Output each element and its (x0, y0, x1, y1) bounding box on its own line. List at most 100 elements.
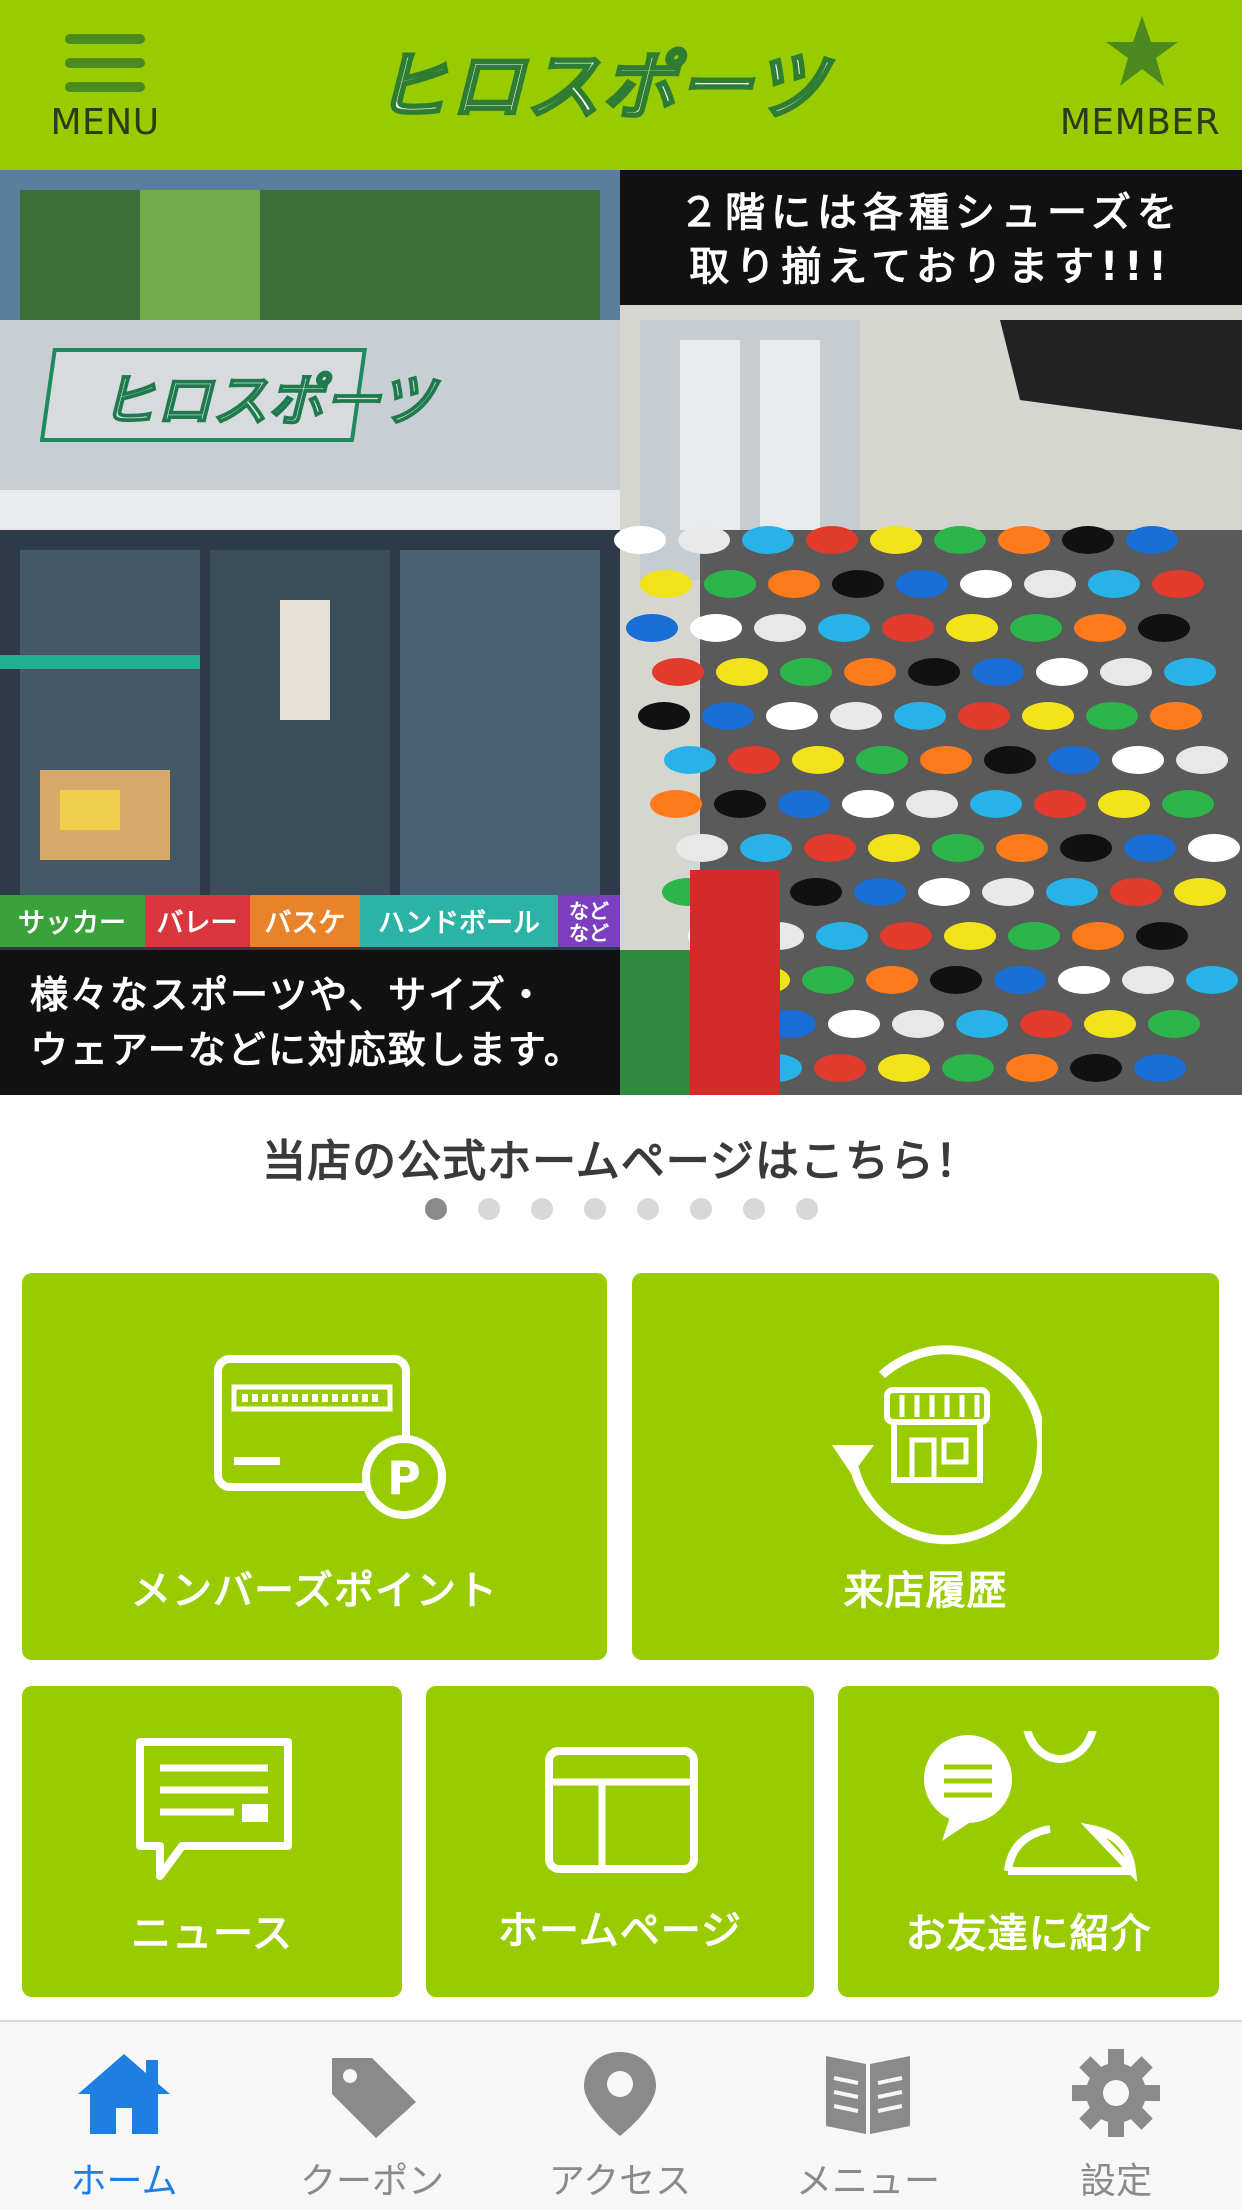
shoe-shape (1136, 922, 1188, 950)
tab-home[interactable]: ホーム (0, 2022, 248, 2210)
shoe-shape (908, 658, 960, 686)
shoe-shape (920, 746, 972, 774)
homepage-tile[interactable]: ホームページ (426, 1686, 814, 1997)
shoe-shape (984, 746, 1036, 774)
pagination-dots (0, 1198, 1242, 1222)
shoe-shape (1084, 1010, 1136, 1038)
bottom-tab-bar: ホーム クーポン アクセス メニュー 設定 (0, 2020, 1242, 2210)
shoe-shape (906, 790, 958, 818)
tag-handball: ハンドボール (378, 908, 540, 939)
menu-button[interactable]: MENU (20, 14, 190, 154)
logo-text: ヒロスポーツ (374, 44, 835, 126)
shoe-shape (766, 702, 818, 730)
shoe-shape (780, 658, 832, 686)
shoe-shape (856, 746, 908, 774)
shoe-shape (830, 702, 882, 730)
shoe-shape (1072, 922, 1124, 950)
refer-friend-tile[interactable]: お友達に紹介 (838, 1686, 1219, 1997)
shoe-shape (690, 614, 742, 642)
pagination-dot[interactable] (742, 1198, 765, 1220)
tab-coupon[interactable]: クーポン (248, 2022, 496, 2210)
shoe-shape (1008, 922, 1060, 950)
shoe-shape (956, 1010, 1008, 1038)
app-logo: ヒロスポーツ (360, 42, 880, 132)
shoe-shape (972, 658, 1024, 686)
members-point-tile[interactable]: P メンバーズポイント (22, 1273, 607, 1660)
menu-label: MENU (50, 102, 160, 143)
store-history-icon (832, 1345, 1042, 1545)
refer-friend-icon (924, 1731, 1138, 1881)
shoe-shape (882, 614, 934, 642)
app-header: MENU ヒロスポーツ MEMBER (0, 0, 1242, 170)
shoe-shape (1122, 966, 1174, 994)
shoe-shape (1062, 526, 1114, 554)
member-button[interactable]: MEMBER (1040, 14, 1240, 154)
shoe-shape (1048, 746, 1100, 774)
shoe-shape (1188, 834, 1240, 862)
tab-access[interactable]: アクセス (496, 2022, 744, 2210)
shoe-shape (754, 614, 806, 642)
tab-settings[interactable]: 設定 (992, 2022, 1240, 2210)
shoe-shape (842, 790, 894, 818)
news-tile[interactable]: ニュース (22, 1686, 402, 1997)
banner-caption[interactable]: 当店の公式ホームページはこちら！ (0, 1125, 1242, 1189)
shoe-shape (676, 834, 728, 862)
location-pin-icon (584, 2052, 656, 2136)
shoe-shape (1058, 966, 1110, 994)
visit-history-tile[interactable]: 来店履歴 (632, 1273, 1219, 1660)
pagination-dot[interactable] (583, 1198, 606, 1220)
tag-basket: バスケ (265, 908, 346, 939)
shoe-shape (1176, 746, 1228, 774)
tab-home-label: ホーム (70, 2161, 178, 2202)
shoe-shape (942, 1054, 994, 1082)
right-caption-1: ２階には各種シューズを (679, 190, 1183, 236)
banner-caption-area: 当店の公式ホームページはこちら！ (0, 1095, 1242, 1295)
svg-text:ヒロスポーツ: ヒロスポーツ (100, 369, 441, 434)
webpage-icon (545, 1747, 698, 1873)
shoe-shape (880, 922, 932, 950)
shoe-shape (960, 570, 1012, 598)
refer-friend-label: お友達に紹介 (905, 1911, 1152, 1957)
shoe-shape (1020, 1010, 1072, 1038)
pagination-dot[interactable] (530, 1198, 553, 1220)
pagination-dot[interactable] (795, 1198, 818, 1220)
shoe-shape (944, 922, 996, 950)
shoe-shape (792, 746, 844, 774)
member-label: MEMBER (1059, 102, 1221, 143)
shoe-shape (806, 526, 858, 554)
shoe-shape (894, 702, 946, 730)
shoe-shape (1112, 746, 1164, 774)
shoe-shape (1148, 1010, 1200, 1038)
shoe-shape (678, 526, 730, 554)
shoe-shape (1024, 570, 1076, 598)
hamburger-icon (65, 34, 145, 92)
shoe-shape (918, 878, 970, 906)
tag-etc-1: など (569, 899, 609, 923)
shoe-shape (814, 1054, 866, 1082)
shoe-shape (958, 702, 1010, 730)
banner-slide[interactable]: ヒロスポーツ サッカー バレー バスケ ハンドボール など など 様々なスポーツ… (0, 170, 1242, 1095)
news-icon (136, 1738, 292, 1880)
shoe-shape (1070, 1054, 1122, 1082)
shoe-shape (640, 570, 692, 598)
shoe-shape (802, 966, 854, 994)
shoe-shape (1138, 614, 1190, 642)
tag-icon (332, 2058, 416, 2138)
pagination-dot[interactable] (689, 1198, 712, 1220)
right-caption-2: 取り揃えております!!! (689, 244, 1173, 290)
shoe-shape (1022, 702, 1074, 730)
pagination-dot[interactable] (424, 1198, 447, 1220)
book-icon (826, 2056, 910, 2134)
tab-menu[interactable]: メニュー (744, 2022, 992, 2210)
shoe-shape (1060, 834, 1112, 862)
star-icon (1106, 16, 1178, 86)
tab-menu-label: メニュー (795, 2161, 940, 2202)
pagination-dot[interactable] (477, 1198, 500, 1220)
shoe-shape (1124, 834, 1176, 862)
shoe-shape (1074, 614, 1126, 642)
shoe-shape (728, 746, 780, 774)
shoe-shape (996, 834, 1048, 862)
pagination-dot[interactable] (636, 1198, 659, 1220)
shoe-shape (1164, 658, 1216, 686)
shoe-shape (790, 878, 842, 906)
